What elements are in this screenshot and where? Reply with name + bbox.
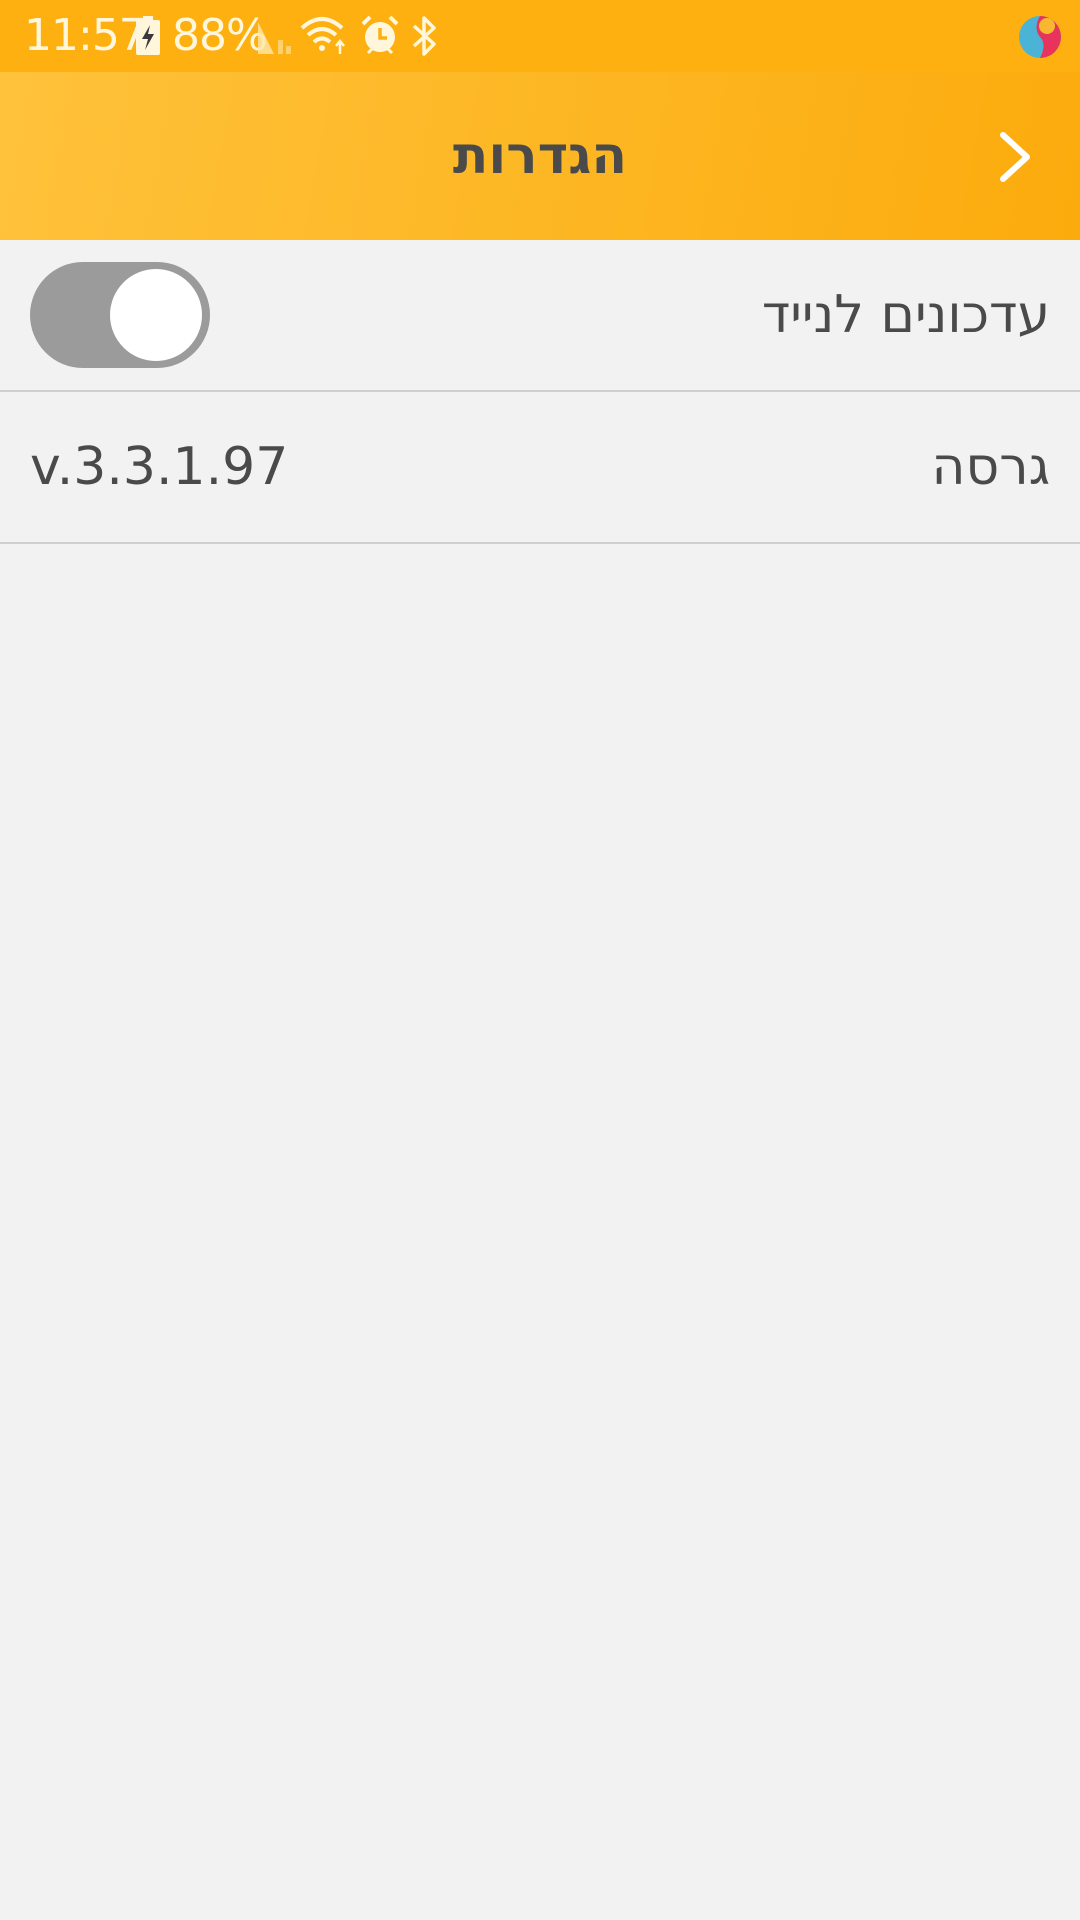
mobile-updates-toggle[interactable] bbox=[30, 262, 210, 368]
mobile-updates-label: עדכונים לנייד bbox=[761, 285, 1050, 345]
battery-charging-icon bbox=[136, 16, 160, 55]
chevron-right-icon bbox=[1000, 132, 1030, 182]
version-label: גרסה bbox=[931, 437, 1051, 497]
setting-row-version: גרסה v.3.3.1.97 bbox=[0, 392, 1080, 544]
bluetooth-icon bbox=[412, 16, 436, 56]
wifi-icon bbox=[300, 17, 345, 54]
status-bar: 11:57 88% bbox=[0, 0, 1080, 72]
back-button[interactable] bbox=[960, 112, 1070, 202]
battery-percent: 88% bbox=[172, 10, 268, 61]
toggle-knob bbox=[110, 269, 202, 361]
page-title: הגדרות bbox=[452, 126, 628, 186]
app-bar: הגדרות bbox=[0, 72, 1080, 240]
signal-icon bbox=[258, 22, 291, 54]
setting-row-mobile-updates: עדכונים לנייד bbox=[0, 240, 1080, 392]
status-time: 11:57 bbox=[24, 10, 147, 61]
app-notification-icon bbox=[1019, 16, 1061, 58]
alarm-icon bbox=[361, 15, 399, 55]
version-value: v.3.3.1.97 bbox=[30, 437, 289, 497]
